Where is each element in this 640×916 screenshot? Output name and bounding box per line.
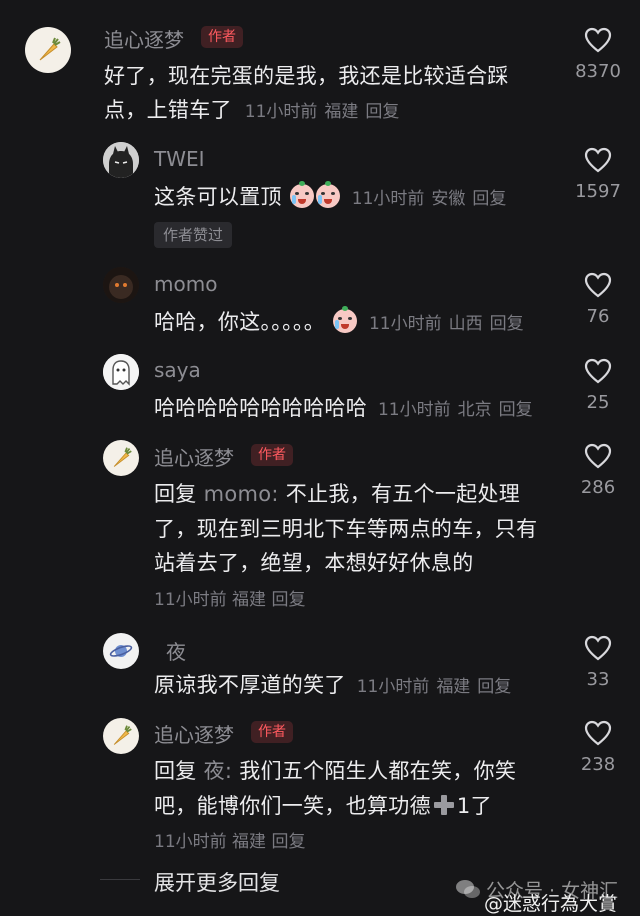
crying-laugh-emoji-icon — [315, 181, 340, 208]
heart-outline-icon — [584, 147, 612, 173]
location: 福建 — [324, 102, 359, 122]
expand-more-replies-button[interactable]: 展开更多回复 — [154, 867, 280, 897]
comment-text-line: 吧，能博你们一笑，也算功德 1了 — [154, 794, 492, 818]
comment-meta: 11小时前 福建 回复 — [154, 827, 305, 852]
comment-text-line: 回复 夜: 我们五个陌生人都在笑，你笑 — [154, 759, 517, 783]
heart-outline-icon — [584, 635, 612, 661]
like-button[interactable]: 238 — [568, 720, 628, 775]
avatar[interactable] — [103, 718, 139, 754]
timestamp: 11小时前 — [154, 590, 227, 610]
ghost-icon — [103, 354, 139, 390]
avatar[interactable] — [25, 27, 71, 73]
username[interactable]: TWEI — [154, 147, 205, 171]
heart-outline-icon — [584, 443, 612, 469]
comment-meta: 11小时前 福建 回复 — [154, 585, 305, 610]
wechat-icon — [456, 880, 480, 898]
location: 福建 — [232, 832, 267, 852]
like-count: 76 — [586, 306, 610, 327]
timestamp: 11小时前 — [244, 102, 318, 122]
author-badge: 作者 — [201, 26, 243, 48]
location: 福建 — [232, 590, 267, 610]
weibo-watermark: @迷惑行為大賞 — [484, 893, 618, 915]
divider — [100, 879, 140, 880]
like-button[interactable]: 286 — [568, 443, 628, 498]
like-count: 1597 — [575, 181, 621, 202]
avatar[interactable] — [103, 142, 139, 178]
comment-text-line: 原谅我不厚道的笑了 11小时前 福建 回复 — [154, 673, 512, 697]
batman-icon — [103, 142, 139, 178]
like-count: 238 — [580, 754, 616, 775]
location: 福建 — [436, 677, 471, 697]
like-button[interactable]: 76 — [568, 272, 628, 327]
like-count: 33 — [586, 669, 610, 690]
reply-button[interactable]: 回复 — [271, 590, 305, 610]
avatar[interactable] — [103, 354, 139, 390]
carrot-icon — [113, 725, 132, 745]
mention[interactable]: momo: — [204, 482, 279, 506]
comment-text-line: 回复 momo: 不止我，有五个一起处理 — [154, 482, 521, 506]
mention[interactable]: 夜: — [204, 759, 233, 783]
reply-button[interactable]: 回复 — [271, 832, 305, 852]
comment-text-line: 点，上错车了 11小时前 福建 回复 — [104, 98, 400, 122]
avatar[interactable] — [103, 267, 139, 303]
author-badge: 作者 — [251, 444, 293, 466]
crying-laugh-emoji-icon — [289, 181, 314, 208]
comment-text-line: 哈哈哈哈哈哈哈哈哈哈 11小时前 北京 回复 — [154, 396, 533, 420]
avatar[interactable] — [103, 633, 139, 669]
comment-text-line: 这条可以置顶 11小时前 安徽 回复 — [154, 181, 506, 211]
dark-creature-icon — [103, 267, 139, 303]
avatar[interactable] — [103, 440, 139, 476]
reply-button[interactable]: 回复 — [477, 677, 511, 697]
reply-button[interactable]: 回复 — [499, 400, 533, 420]
comment-text-line: 站着去了，绝望，本想好好休息的 — [154, 551, 474, 575]
heart-outline-icon — [584, 358, 612, 384]
timestamp: 11小时前 — [377, 400, 451, 420]
username[interactable]: saya — [154, 358, 201, 382]
location: 山西 — [448, 314, 483, 334]
reply-button[interactable]: 回复 — [490, 314, 524, 334]
username[interactable]: 追心逐梦 — [154, 442, 234, 471]
crying-laugh-emoji-icon — [332, 306, 357, 333]
like-button[interactable]: 8370 — [568, 27, 628, 82]
like-count: 25 — [586, 392, 610, 413]
heart-outline-icon — [584, 272, 612, 298]
carrot-icon — [39, 37, 61, 61]
heart-outline-icon — [584, 720, 612, 746]
comment-text-line: 了，现在到三明北下车等两点的车，只有 — [154, 517, 538, 541]
like-button[interactable]: 1597 — [568, 147, 628, 202]
planet-icon — [109, 645, 133, 657]
location: 北京 — [457, 400, 492, 420]
like-count: 286 — [580, 477, 616, 498]
timestamp: 11小时前 — [356, 677, 430, 697]
liked-by-author-tag: 作者赞过 — [154, 222, 233, 248]
username[interactable]: 追心逐梦 — [154, 719, 234, 748]
like-count: 8370 — [575, 61, 621, 82]
timestamp: 11小时前 — [368, 314, 442, 334]
comment-text-line: 哈哈，你这。。。。。 11小时前 山西 回复 — [154, 306, 524, 336]
username[interactable]: momo — [154, 272, 217, 296]
username[interactable]: 追心逐梦 — [104, 24, 184, 53]
username[interactable]: 夜 — [166, 636, 186, 665]
like-button[interactable]: 25 — [568, 358, 628, 413]
timestamp: 11小时前 — [154, 832, 227, 852]
like-button[interactable]: 33 — [568, 635, 628, 690]
author-badge: 作者 — [251, 721, 293, 743]
reply-button[interactable]: 回复 — [472, 189, 506, 209]
timestamp: 11小时前 — [351, 189, 425, 209]
location: 安徽 — [431, 189, 466, 209]
carrot-icon — [113, 447, 132, 467]
heavy-plus-icon — [433, 795, 454, 815]
comment-text-line: 好了，现在完蛋的是我，我还是比较适合踩 — [104, 64, 509, 88]
heart-outline-icon — [584, 27, 612, 53]
reply-button[interactable]: 回复 — [365, 102, 399, 122]
